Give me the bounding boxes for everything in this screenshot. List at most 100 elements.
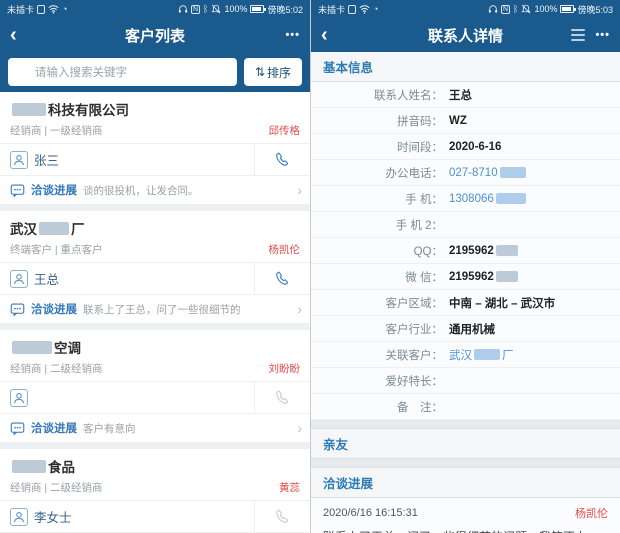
customer-card[interactable]: 空调 经销商 | 二级经销商 刘盼盼 洽谈进展 客户有意向 ›: [0, 330, 310, 442]
customer-card[interactable]: 食品 经销商 | 二级经销商 黄蕊 李女士: [0, 449, 310, 533]
headset-icon: [178, 4, 188, 14]
status-bar: 未插卡 ◔ N ᛒ 100% 傍晚5:03: [311, 0, 620, 18]
nav-bar: ‹ 联系人详情 •••: [311, 18, 620, 52]
customer-list: 科技有限公司 经销商 | 一级经销商 邱传格 张三 洽谈进展 谈的很投机，让发合…: [0, 92, 310, 533]
more-menu-icon[interactable]: •••: [285, 29, 300, 41]
redacted-text: [12, 459, 46, 473]
wifi-icon: [359, 4, 370, 14]
field-wechat: 微 信： 2195962: [311, 264, 620, 290]
mute-bell-icon: [211, 4, 222, 14]
dual-screenshot: 未插卡 ◔ N ᛒ 100% 傍晚5:02 ‹ 客户列表 ••• 请输入搜索关键…: [0, 0, 620, 533]
phone-icon: [276, 271, 289, 285]
progress-owner: 杨凯伦: [575, 508, 608, 520]
chevron-right-icon: ›: [297, 301, 302, 317]
company-name: 食品: [10, 456, 300, 476]
redacted-text: [12, 102, 46, 116]
battery-icon: [560, 5, 577, 13]
progress-timestamp: 2020/6/16 16:15:31: [323, 507, 418, 519]
progress-row[interactable]: 洽谈进展 客户有意向 ›: [0, 414, 310, 442]
alarm-icon: ◔: [373, 4, 379, 14]
progress-label: 洽谈进展: [31, 304, 77, 316]
person-icon: [10, 150, 28, 169]
bluetooth-icon: ᛒ: [513, 4, 519, 14]
search-icon: [16, 66, 29, 79]
section-relatives: 亲友: [311, 429, 620, 459]
contact-name: 王总: [34, 273, 60, 287]
clock-label: 傍晚5:02: [267, 4, 303, 15]
person-icon: [10, 388, 28, 407]
search-input[interactable]: 请输入搜索关键字: [8, 58, 237, 86]
sort-icon: ⇅: [254, 65, 266, 79]
progress-text: 联系上了王总，问了一些很细节的: [83, 303, 241, 316]
page-title: 客户列表: [124, 27, 185, 45]
redacted-text: [12, 340, 52, 354]
mobile-link[interactable]: 1308066: [449, 193, 620, 205]
redacted-text: [495, 193, 526, 204]
owner-name: 杨凯伦: [268, 244, 301, 256]
redacted-text: [499, 167, 526, 178]
speech-bubble-icon: [10, 421, 25, 436]
carrier-label: 未插卡: [7, 4, 35, 15]
battery-icon: [250, 5, 267, 13]
section-progress: 洽谈进展: [311, 468, 620, 498]
phone-icon: [276, 509, 289, 523]
sim-icon: [348, 4, 357, 14]
bluetooth-icon: ᛒ: [203, 4, 209, 14]
field-pinyin: 拼音码： WZ: [311, 108, 620, 134]
progress-text: 客户有意向: [83, 422, 136, 435]
progress-text: 谈的很投机，让发合同。: [83, 184, 199, 197]
customer-tags: 经销商 | 一级经销商: [10, 125, 103, 137]
mute-bell-icon: [521, 4, 532, 14]
owner-name: 刘盼盼: [268, 363, 301, 375]
field-hobbies: 爱好特长：: [311, 368, 620, 394]
call-button[interactable]: [254, 501, 310, 532]
phone-icon: [276, 390, 289, 404]
progress-row[interactable]: 洽谈进展 谈的很投机，让发合同。 ›: [0, 176, 310, 204]
status-bar: 未插卡 ◔ N ᛒ 100% 傍晚5:02: [0, 0, 310, 18]
nav-bar: ‹ 客户列表 •••: [0, 18, 310, 52]
customer-tags: 经销商 | 二级经销商: [10, 363, 103, 375]
nfc-icon: N: [501, 4, 511, 14]
contact-detail-screen: 未插卡 ◔ N ᛒ 100% 傍晚5:03 ‹ 联系人详情 ••• 基本信息 联…: [310, 0, 620, 533]
owner-name: 黄蕊: [279, 482, 300, 494]
field-time-period: 时间段： 2020-6-16: [311, 134, 620, 160]
progress-label: 洽谈进展: [31, 185, 77, 197]
search-row: 请输入搜索关键字 ⇅ 排序: [0, 52, 310, 92]
call-button[interactable]: [254, 263, 310, 294]
customer-card[interactable]: 科技有限公司 经销商 | 一级经销商 邱传格 张三 洽谈进展 谈的很投机，让发合…: [0, 92, 310, 204]
office-phone-link[interactable]: 027-8710: [449, 167, 620, 179]
related-customer-link[interactable]: 武汉厂: [449, 347, 620, 363]
carrier-label: 未插卡: [318, 4, 346, 15]
progress-label: 洽谈进展: [31, 423, 77, 435]
headset-icon: [488, 4, 498, 14]
customer-card[interactable]: 武汉厂 终端客户 | 重点客户 杨凯伦 王总 洽谈进展 联系上了王总，问了一些很…: [0, 211, 310, 323]
nfc-icon: N: [191, 4, 201, 14]
contact-name: 李女士: [34, 511, 72, 525]
section-basic-info: 基本信息: [311, 52, 620, 82]
section-divider: [311, 420, 620, 429]
menu-icon[interactable]: [571, 29, 586, 41]
field-remarks: 备 注：: [311, 394, 620, 420]
alarm-icon: ◔: [62, 4, 68, 14]
chevron-right-icon: ›: [297, 420, 302, 436]
microphone-icon[interactable]: [218, 65, 229, 79]
call-button[interactable]: [254, 144, 310, 175]
owner-name: 邱传格: [268, 125, 301, 137]
company-name: 武汉厂: [10, 221, 85, 237]
field-customer-region: 客户区域： 中南 – 湖北 – 武汉市: [311, 290, 620, 316]
company-name: 空调: [10, 337, 300, 357]
sort-label: 排序: [267, 65, 292, 80]
field-related-customer: 关联客户： 武汉厂: [311, 342, 620, 368]
person-icon: [10, 507, 28, 526]
redacted-text: [39, 221, 69, 235]
sort-button[interactable]: ⇅ 排序: [244, 58, 302, 86]
call-button[interactable]: [254, 382, 310, 413]
search-placeholder: 请输入搜索关键字: [35, 67, 127, 79]
speech-bubble-icon: [10, 183, 25, 198]
field-office-phone: 办公电话： 027-8710: [311, 160, 620, 186]
wifi-icon: [48, 4, 59, 14]
progress-row[interactable]: 洽谈进展 联系上了王总，问了一些很细节的 ›: [0, 295, 310, 323]
more-menu-icon[interactable]: •••: [595, 29, 610, 41]
battery-percent: 100%: [534, 4, 558, 14]
clock-label: 傍晚5:03: [577, 4, 613, 15]
